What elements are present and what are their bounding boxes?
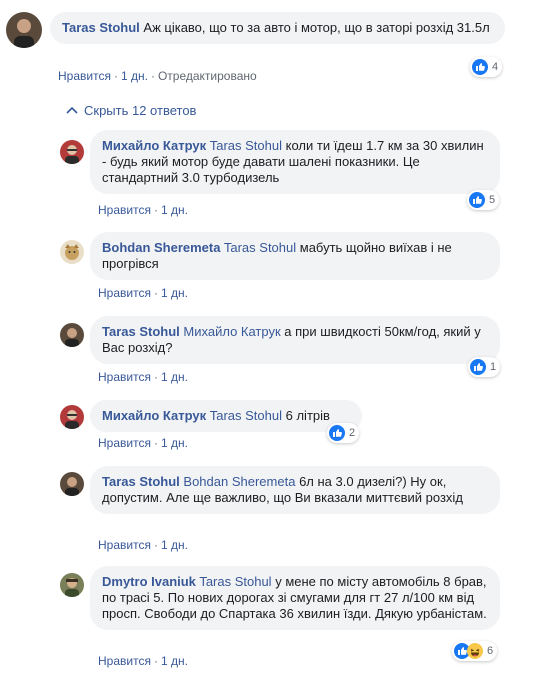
- comment-bubble: Taras Stohul Михайло Катрук а при швидко…: [90, 316, 500, 364]
- like-link[interactable]: Нравится: [98, 436, 151, 450]
- like-reaction-icon: [472, 59, 488, 75]
- haha-reaction-icon: [467, 643, 483, 659]
- timestamp-link[interactable]: 1 дн.: [161, 203, 188, 217]
- comment-actions: Нравится · 1 дн. · Отредактировано: [58, 69, 257, 83]
- reaction-count: 6: [487, 645, 494, 657]
- comment-author[interactable]: Михайло Катрук: [102, 408, 206, 423]
- reaction-badge[interactable]: 5: [467, 190, 500, 210]
- comment-actions: Нравится · 1 дн.: [98, 654, 188, 668]
- avatar-bohdan-icon: [60, 240, 84, 264]
- timestamp-link[interactable]: 1 дн.: [161, 436, 188, 450]
- like-link[interactable]: Нравится: [98, 370, 151, 384]
- comment-author[interactable]: Taras Stohul: [102, 324, 180, 339]
- like-reaction-icon: [469, 192, 485, 208]
- like-link[interactable]: Нравится: [98, 654, 151, 668]
- avatar[interactable]: [6, 12, 42, 48]
- avatar[interactable]: [60, 472, 84, 496]
- comment-actions: Нравится · 1 дн.: [98, 203, 188, 217]
- avatar-dmytro-icon: [60, 573, 84, 597]
- like-link[interactable]: Нравится: [98, 203, 151, 217]
- comment-actions: Нравится · 1 дн.: [98, 538, 188, 552]
- mention-tag[interactable]: Taras Stohul: [224, 240, 296, 255]
- reaction-badge[interactable]: 2: [327, 423, 360, 443]
- hide-replies-link[interactable]: Скрыть 12 ответов: [66, 100, 196, 120]
- like-reaction-icon: [329, 425, 345, 441]
- comment-bubble: Михайло Катрук Taras Stohul коли ти їдеш…: [90, 130, 500, 194]
- chevron-up-icon: [66, 106, 78, 114]
- comment-bubble: Dmytro Ivaniuk Taras Stohul у мене по мі…: [90, 566, 500, 630]
- avatar-mykhailo-icon: [60, 140, 84, 164]
- timestamp-link[interactable]: 1 дн.: [161, 654, 188, 668]
- hide-replies-label: Скрыть 12 ответов: [84, 102, 197, 118]
- avatar[interactable]: [60, 405, 84, 429]
- comment-author[interactable]: Михайло Катрук: [102, 138, 206, 153]
- timestamp-link[interactable]: 1 дн.: [121, 69, 148, 83]
- avatar-taras-icon: [60, 472, 84, 496]
- reaction-count: 4: [492, 61, 499, 73]
- avatar-taras-icon: [6, 12, 42, 48]
- like-link[interactable]: Нравится: [58, 69, 111, 83]
- like-link[interactable]: Нравится: [98, 286, 151, 300]
- comment-text: 6 літрів: [285, 408, 330, 423]
- comment-author[interactable]: Bohdan Sheremeta: [102, 240, 220, 255]
- reaction-badge[interactable]: 4: [470, 57, 503, 77]
- like-reaction-icon: [470, 359, 486, 375]
- comment-actions: Нравится · 1 дн.: [98, 286, 188, 300]
- comment-author[interactable]: Taras Stohul: [102, 474, 180, 489]
- avatar[interactable]: [60, 323, 84, 347]
- comment-bubble: Taras Stohul Bohdan Sheremeta 6л на 3.0 …: [90, 466, 500, 514]
- mention-tag[interactable]: Taras Stohul: [210, 138, 282, 153]
- reaction-badge[interactable]: 6: [452, 641, 498, 661]
- timestamp-link[interactable]: 1 дн.: [161, 538, 188, 552]
- mention-tag[interactable]: Bohdan Sheremeta: [183, 474, 295, 489]
- like-link[interactable]: Нравится: [98, 538, 151, 552]
- avatar[interactable]: [60, 240, 84, 264]
- comment-author[interactable]: Taras Stohul: [62, 20, 140, 35]
- avatar[interactable]: [60, 140, 84, 164]
- mention-tag[interactable]: Taras Stohul: [199, 574, 271, 589]
- mention-tag[interactable]: Taras Stohul: [210, 408, 282, 423]
- timestamp-link[interactable]: 1 дн.: [161, 370, 188, 384]
- comment-bubble: Bohdan Sheremeta Taras Stohul мабуть щой…: [90, 232, 500, 280]
- reaction-count: 5: [489, 194, 496, 206]
- avatar-taras-icon: [60, 323, 84, 347]
- timestamp-link[interactable]: 1 дн.: [161, 286, 188, 300]
- edited-label: Отредактировано: [157, 69, 257, 83]
- comment-actions: Нравится · 1 дн.: [98, 370, 188, 384]
- comment-bubble: Taras Stohul Аж цікаво, що то за авто і …: [50, 12, 505, 44]
- comment-author[interactable]: Dmytro Ivaniuk: [102, 574, 196, 589]
- mention-tag[interactable]: Михайло Катрук: [183, 324, 280, 339]
- comment-text: Аж цікаво, що то за авто і мотор, що в з…: [143, 20, 490, 35]
- comment-bubble: Михайло Катрук Taras Stohul 6 літрів: [90, 400, 362, 432]
- avatar[interactable]: [60, 573, 84, 597]
- reaction-count: 1: [490, 361, 497, 373]
- comment-actions: Нравится · 1 дн.: [98, 436, 188, 450]
- reaction-count: 2: [349, 427, 356, 439]
- avatar-mykhailo-icon: [60, 405, 84, 429]
- reaction-badge[interactable]: 1: [468, 357, 501, 377]
